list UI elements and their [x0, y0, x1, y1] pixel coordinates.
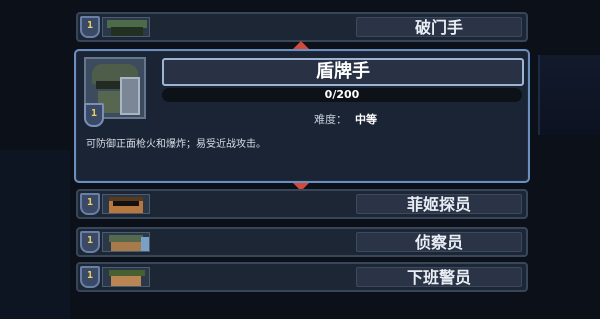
character-row-off-duty-cop[interactable]: 1 下班警员: [76, 262, 528, 292]
background-shadow: [0, 150, 70, 319]
difficulty-label: 难度：: [314, 113, 347, 126]
character-row-scout[interactable]: 1 侦察员: [76, 227, 528, 257]
scout-goggles-portrait: [102, 232, 150, 252]
character-name: 菲姬探员: [356, 194, 522, 214]
level-badge: 1: [84, 103, 104, 127]
level-badge: 1: [80, 16, 100, 38]
level-badge: 1: [80, 193, 100, 215]
sunglasses-agent-portrait: [102, 194, 150, 214]
unlock-progress-bar: 0/200: [162, 88, 522, 102]
difficulty-value: 中等: [355, 113, 377, 126]
level-badge: 1: [80, 266, 100, 288]
level-badge: 1: [80, 231, 100, 253]
background-panel-decoration: [538, 55, 600, 135]
scroll-up-arrow-icon[interactable]: [293, 41, 309, 49]
character-row-agent[interactable]: 1 菲姬探员: [76, 189, 528, 219]
off-duty-cop-portrait: [102, 267, 150, 287]
character-name: 侦察员: [356, 232, 522, 252]
character-description: 可防御正面枪火和爆炸；易受近战攻击。: [86, 139, 266, 150]
character-name: 破门手: [356, 17, 522, 37]
difficulty-row: 难度： 中等: [314, 111, 377, 127]
selected-character-panel: 1 盾牌手 0/200 难度： 中等 可防御正面枪火和爆炸；易受近战攻击。: [74, 49, 530, 183]
progress-text: 0/200: [324, 88, 360, 101]
green-helmet-soldier-portrait: [102, 17, 150, 37]
character-name: 下班警员: [356, 267, 522, 287]
selected-character-name: 盾牌手: [162, 58, 524, 86]
character-row-breacher[interactable]: 1 破门手: [76, 12, 528, 42]
